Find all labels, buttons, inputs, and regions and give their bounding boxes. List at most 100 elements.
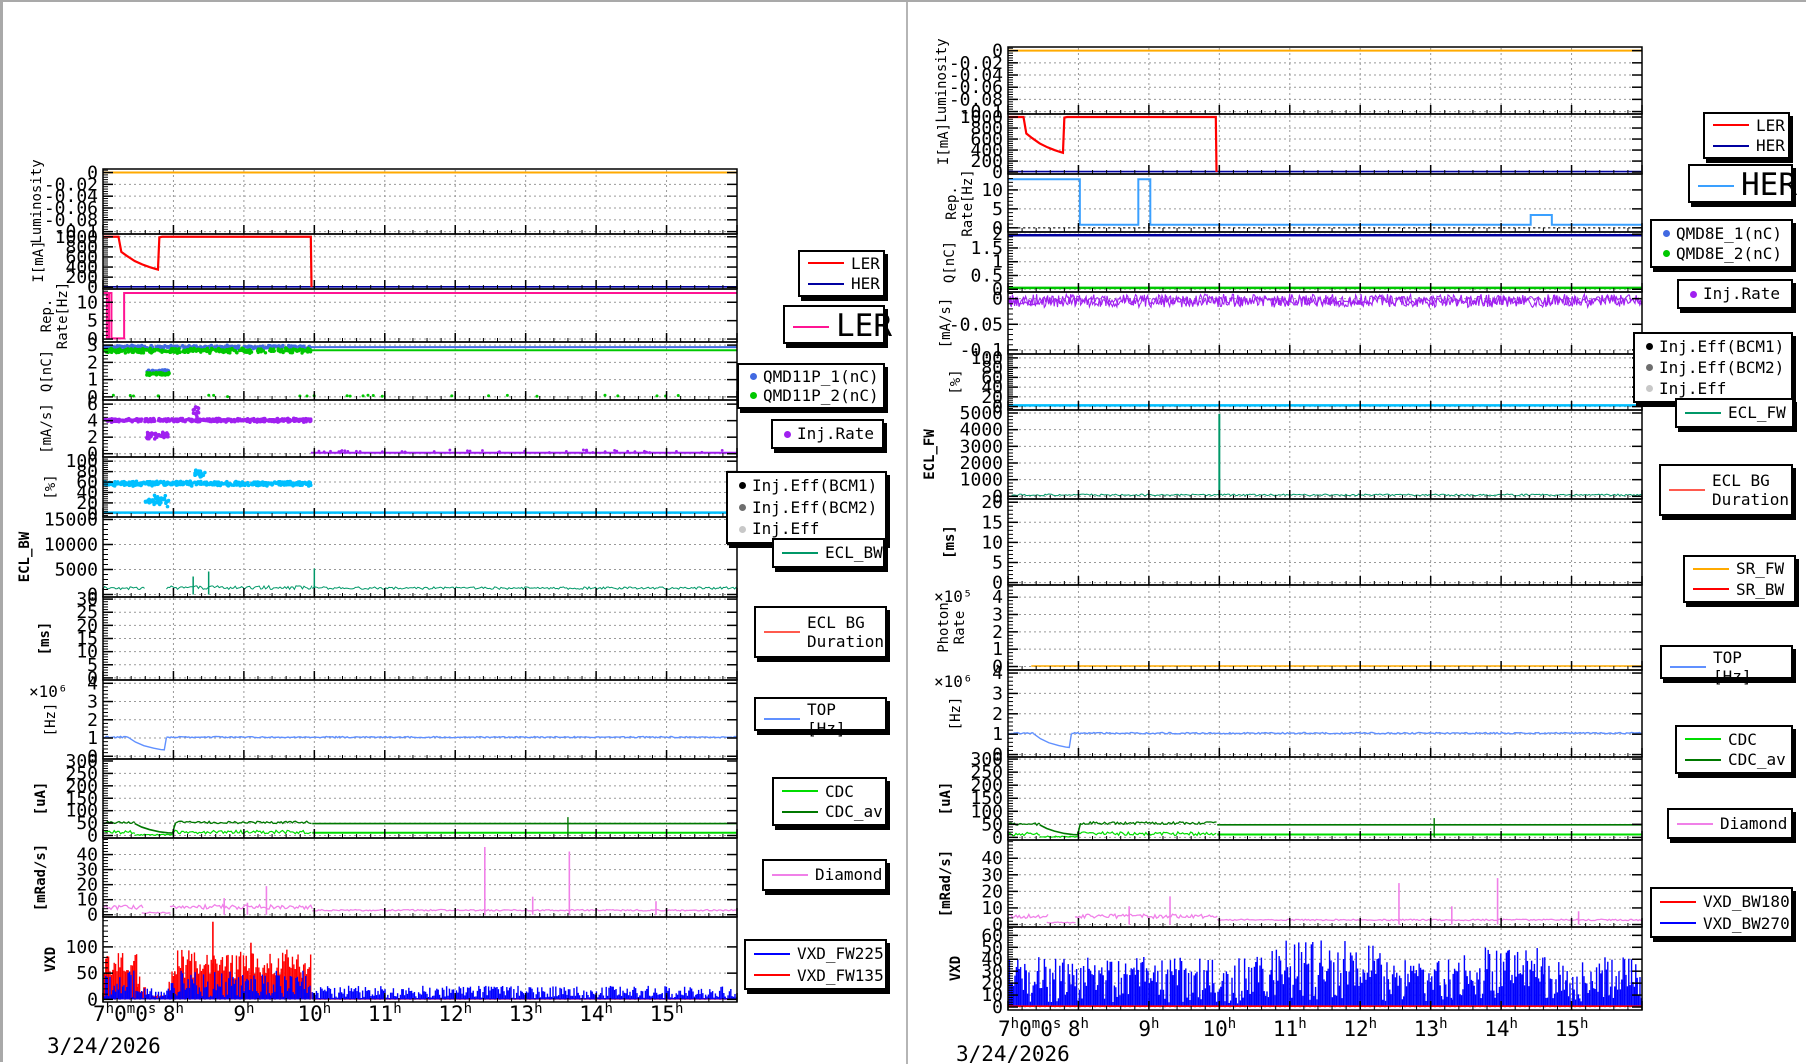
series-Diamond xyxy=(1075,914,1217,918)
legend-item: LER xyxy=(1709,116,1784,135)
legend-dot-sample xyxy=(1656,230,1676,237)
legend-inj-rate[interactable]: Inj.Rate xyxy=(1677,279,1793,309)
strip-frame xyxy=(1008,410,1642,499)
legend-line-sample xyxy=(1713,145,1749,147)
strip-frame xyxy=(103,838,737,917)
legend-label: QMD11P_1(nC) xyxy=(763,367,879,386)
series-CDC xyxy=(1040,836,1078,837)
legend-label: Inj.Eff(BCM2) xyxy=(1659,358,1784,377)
legend-dot-sample xyxy=(732,482,752,489)
legend-label: TOP [Hz] xyxy=(807,700,881,738)
y-axis-title: [Hz] xyxy=(948,697,964,731)
legend-ecl-bg[interactable]: ECL BG Duration xyxy=(754,606,887,658)
series-Inj.Rate xyxy=(192,405,201,418)
legend-item: SR_FW xyxy=(1689,559,1790,578)
legend-label: Inj.Eff(BCM1) xyxy=(1659,337,1784,356)
series-TOP xyxy=(166,736,737,737)
series-Inj.Rate xyxy=(103,416,312,424)
x-axis-label: 11h xyxy=(368,1001,402,1026)
y-axis-title: [mRad/s] xyxy=(33,844,49,911)
series-CDC_av xyxy=(135,823,176,833)
legend-label: ECL_BW xyxy=(825,543,883,562)
y-tick-label: 15 xyxy=(981,512,1003,533)
y-axis-title: Luminosity xyxy=(29,159,45,243)
legend-dot-sample xyxy=(1639,364,1659,371)
y-axis-title: Luminosity xyxy=(934,38,950,122)
legend-vxd[interactable]: VXD_BW180 VXD_BW270 xyxy=(1650,887,1793,938)
y-axis-title: VXD xyxy=(948,956,964,981)
strip-frame xyxy=(1008,47,1642,114)
x-axis-label: 12h xyxy=(438,1001,472,1026)
series-TOP xyxy=(128,737,166,749)
strip-vxd: 6050403020100VXD xyxy=(948,925,1642,1018)
legend-qmd[interactable]: QMD8E_1(nC)QMD8E_2(nC) xyxy=(1650,219,1793,268)
y-tick-label: 1 xyxy=(992,724,1003,745)
date-label: 3/24/2026 xyxy=(47,1034,161,1058)
strip-diamond: 403020100[mRad/s] xyxy=(938,840,1643,936)
legend-item: LER xyxy=(804,254,879,273)
legend-item: ECL BG Duration xyxy=(760,613,881,651)
legend-label: Diamond xyxy=(815,865,882,884)
legend-line-sample xyxy=(772,874,808,876)
y-axis-title: ECL_FW xyxy=(922,429,938,480)
legend-label: ECL BG Duration xyxy=(1712,471,1789,509)
legend-vxd[interactable]: VXD_FW225VXD_FW135 xyxy=(744,939,887,990)
legend-inj-eff[interactable]: Inj.Eff(BCM1) Inj.Eff(BCM2) Inj.Eff xyxy=(1633,332,1793,403)
legend-ring[interactable]: HER xyxy=(1688,164,1793,203)
legend-sr[interactable]: SR_FWSR_BW xyxy=(1683,555,1796,603)
legend-inj-eff[interactable]: Inj.Eff(BCM1)Inj.Eff(BCM2)Inj.Eff xyxy=(726,471,887,544)
legend-label: LER xyxy=(851,254,880,273)
legend-label: VXD_BW180 xyxy=(1703,892,1790,911)
y-tick-label: 3 xyxy=(992,683,1003,704)
legend-line-sample xyxy=(754,953,790,955)
legend-cdc[interactable]: CDCCDC_av xyxy=(1675,725,1793,774)
legend-item: VXD_BW270 xyxy=(1656,914,1787,933)
legend-line-sample xyxy=(764,631,800,633)
legend-item: CDC_av xyxy=(778,802,881,821)
strip-frame xyxy=(1008,585,1642,670)
legend-beam-currents[interactable]: LERHER xyxy=(1703,112,1790,159)
x-axis-label: 14h xyxy=(1484,1016,1518,1041)
legend-label: LER xyxy=(836,308,892,345)
strip-frame xyxy=(1008,840,1642,927)
strip-duration: 302520151050[ms] xyxy=(37,589,737,689)
x-axis-label: 12h xyxy=(1343,1016,1377,1041)
legend-ring[interactable]: LER xyxy=(783,305,885,344)
strip-eclfw: 500040003000200010000ECL_FW xyxy=(922,403,1644,507)
legend-ecl-bw[interactable]: ECL_BW xyxy=(772,538,885,568)
legend-ecl-bg[interactable]: ECL BG Duration xyxy=(1659,464,1793,516)
series-Inj.Eff xyxy=(193,468,206,478)
series-Diamond xyxy=(142,912,171,913)
strip-vxd: 100500VXD xyxy=(43,917,737,1010)
legend-diamond[interactable]: Diamond xyxy=(1667,808,1793,839)
strip-lumi: 0-0.02-0.04-0.06-0.08-0.1Luminosity xyxy=(29,159,737,243)
legend-item: VXD_FW225 xyxy=(750,944,881,963)
x-axis-label: 13h xyxy=(1414,1016,1448,1041)
legend-line-sample xyxy=(1713,124,1749,126)
x-axis-label: 10h xyxy=(1202,1016,1236,1041)
y-axis-title: I[mA] xyxy=(936,123,952,165)
legend-diamond[interactable]: Diamond xyxy=(762,859,887,891)
legend-top[interactable]: TOP [Hz] xyxy=(1660,645,1793,679)
series-CDC xyxy=(135,834,173,835)
legend-qmd[interactable]: QMD11P_1(nC)QMD11P_2(nC) xyxy=(737,363,885,409)
legend-label: Inj.Eff xyxy=(1659,379,1726,398)
legend-item: ECL BG Duration xyxy=(1665,471,1787,509)
legend-line-sample xyxy=(1685,738,1721,740)
legend-inj-rate[interactable]: Inj.Rate xyxy=(771,419,884,449)
legend-beam-currents[interactable]: LERHER xyxy=(798,250,885,297)
series-Inj.Eff xyxy=(144,494,171,509)
legend-item: HER xyxy=(1709,136,1784,155)
legend-label: ECL_FW xyxy=(1728,403,1786,422)
strip-duration: 20151050[ms] xyxy=(942,492,1642,593)
y-tick-label: 50 xyxy=(76,963,98,984)
legend-ecl-fw[interactable]: ECL_FW xyxy=(1675,398,1794,428)
y-axis-title: ECL_BW xyxy=(17,531,33,582)
legend-item: Inj.Rate xyxy=(1683,284,1787,303)
strip-diamond: 403020100[mRad/s] xyxy=(33,838,738,926)
series-QMD11P_2(nC) xyxy=(145,371,171,377)
strip-charge: 21.510.50Q[nC] xyxy=(942,224,1642,300)
strip-current: 10008006004002000I[mA] xyxy=(936,107,1642,183)
legend-top[interactable]: TOP [Hz] xyxy=(754,697,887,731)
legend-cdc[interactable]: CDCCDC_av xyxy=(772,777,887,826)
